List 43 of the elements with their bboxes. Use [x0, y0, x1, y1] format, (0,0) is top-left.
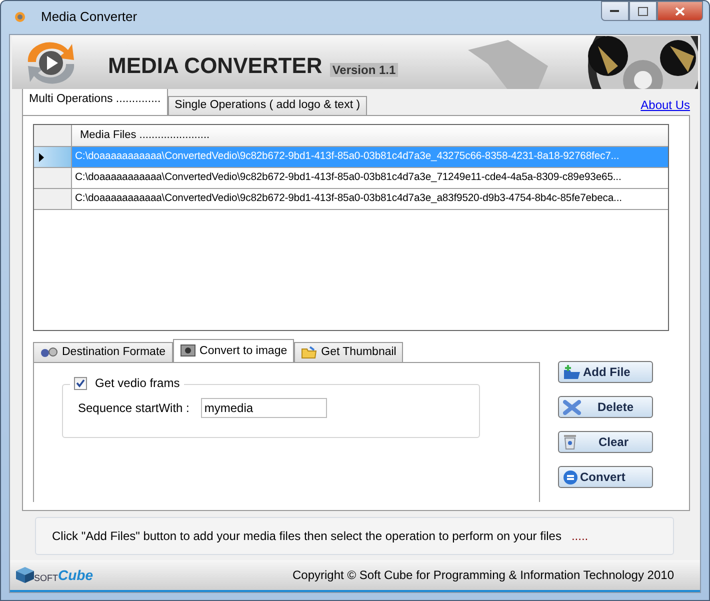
hint-text: Click "Add Files" button to add your media files then select the operation to perform on your files [52, 529, 562, 543]
hint-dots: ..... [571, 529, 588, 543]
folder-plus-icon [563, 364, 581, 380]
maximize-icon [638, 6, 648, 16]
tab[interactable]: Multi Operations .............. [22, 88, 168, 115]
minimize-button[interactable] [601, 1, 629, 21]
tab[interactable]: Convert to image [172, 339, 294, 362]
field-label: Sequence startWith : [78, 401, 190, 415]
delete-button[interactable]: Delete [558, 396, 653, 418]
folder-icon [301, 346, 318, 358]
about-link[interactable]: About Us [640, 98, 690, 112]
add-button[interactable]: Add File [558, 361, 653, 383]
tab[interactable]: Destination Formate [33, 342, 173, 362]
version-label: Version 1.1 [330, 62, 398, 76]
clear-button[interactable]: Clear [558, 431, 653, 453]
row-header-cell[interactable] [34, 147, 72, 167]
row-header-cell[interactable] [34, 168, 72, 188]
cross-icon [563, 400, 581, 414]
minimize-icon [610, 9, 620, 13]
convert-icon [563, 470, 578, 484]
logo-soft: SOFT [34, 573, 58, 583]
logo-cube: Cube [58, 567, 93, 583]
convert-button[interactable]: Convert [558, 466, 653, 488]
trash-icon [563, 434, 577, 450]
camera-icon [180, 344, 196, 357]
close-button[interactable] [657, 1, 703, 21]
glasses-icon [40, 346, 58, 358]
tab[interactable]: Get Thumbnail [294, 342, 404, 362]
tab[interactable]: Single Operations ( add logo & text ) [168, 96, 368, 115]
window-title: Media Converter [41, 9, 138, 24]
table-cell[interactable]: C:\doaaaaaaaaaaa\ConvertedVedio\9c82b672-9bd1-413f-85a0-03b81c4d7a3e_71249e11-cde4-4a5a-8309-c89e93e65... [72, 168, 668, 188]
app-icon [13, 10, 27, 22]
cube-icon [16, 567, 34, 583]
close-icon [675, 6, 685, 16]
frames-checkbox[interactable] [74, 376, 87, 390]
sequence-field[interactable]: mymedia [201, 398, 328, 418]
table-cell[interactable]: C:\doaaaaaaaaaaa\ConvertedVedio\9c82b672-9bd1-413f-85a0-03b81c4d7a3e_a83f9520-d9b3-4754-8b4c-85fe7ebeca... [72, 189, 668, 209]
maximize-button[interactable] [629, 1, 657, 21]
current-row-icon [39, 152, 44, 162]
app-name: MEDIA CONVERTER [108, 52, 322, 78]
checkbox-label: Get vedio frams [95, 376, 180, 390]
row-header-cell[interactable] [34, 189, 72, 209]
copyright-text: Copyright © Soft Cube for Programming & Information Technology 2010 [292, 568, 674, 582]
